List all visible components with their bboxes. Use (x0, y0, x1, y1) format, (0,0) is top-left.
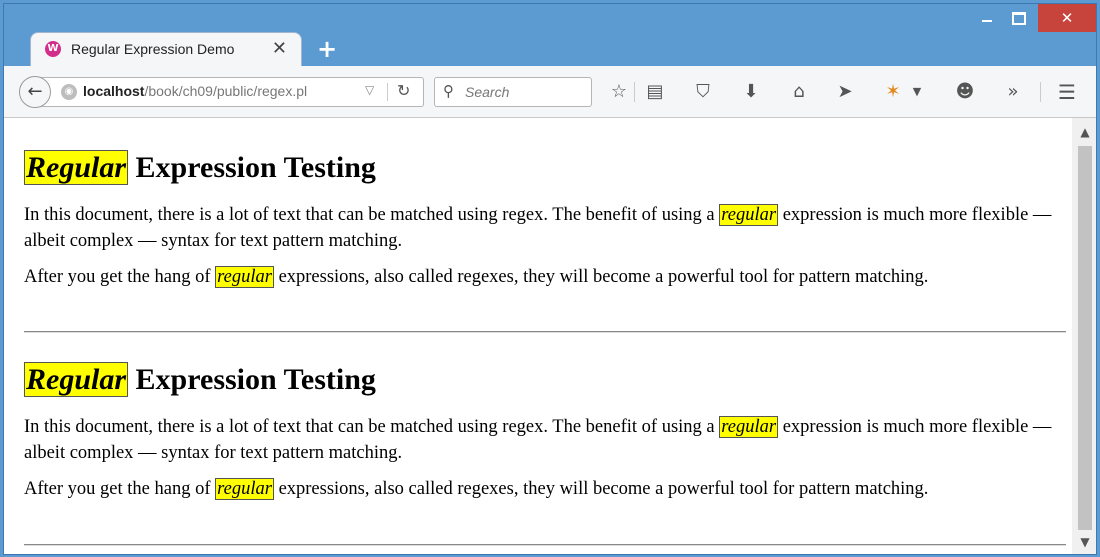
horizontal-rule (24, 331, 1066, 333)
reload-icon[interactable]: ↻ (397, 81, 410, 100)
content-section: Regular Expression Testing In this docum… (24, 358, 1064, 502)
match-highlight: regular (215, 266, 274, 288)
search-bar[interactable]: ⚲ Search (434, 77, 592, 107)
close-window-button[interactable]: ✕ (1038, 4, 1096, 32)
text-run: After you get the hang of (24, 267, 216, 287)
overflow-icon[interactable]: » (1000, 80, 1026, 104)
heading-text: Expression Testing (128, 151, 376, 184)
minimize-button[interactable] (972, 4, 1002, 32)
url-dropdown-icon[interactable]: ▽ (365, 83, 374, 97)
maximize-button[interactable] (1004, 4, 1034, 32)
text-run: In this document, there is a lot of text… (24, 205, 720, 225)
vertical-scrollbar[interactable]: ▲ ▼ (1072, 118, 1096, 554)
url-text[interactable]: localhost/book/ch09/public/regex.pl (83, 83, 307, 99)
text-run: In this document, there is a lot of text… (24, 417, 720, 437)
tab-regex-demo[interactable]: W Regular Expression Demo ✕ (30, 32, 302, 66)
page-content: Regular Expression Testing In this docum… (4, 118, 1072, 554)
nav-bar: ← ◉ localhost/book/ch09/public/regex.pl … (4, 66, 1096, 118)
url-bar[interactable]: ← ◉ localhost/book/ch09/public/regex.pl … (19, 76, 424, 108)
url-separator (387, 83, 388, 101)
maximize-icon (1012, 11, 1026, 25)
paragraph-2: After you get the hang of regular expres… (24, 264, 1064, 290)
page-heading: Regular Expression Testing (24, 358, 1064, 402)
favicon-icon: W (45, 41, 61, 57)
pocket-icon[interactable]: ⛉ (690, 80, 716, 104)
paragraph-1: In this document, there is a lot of text… (24, 202, 1064, 254)
url-host: localhost (83, 83, 145, 99)
paragraph-1: In this document, there is a lot of text… (24, 414, 1064, 466)
toolbar-separator (1040, 82, 1041, 102)
match-highlight: regular (719, 204, 779, 226)
tab-close-icon[interactable]: ✕ (272, 38, 287, 59)
bookmark-star-icon[interactable]: ☆ (606, 80, 632, 104)
globe-icon[interactable]: ◉ (61, 84, 77, 100)
text-run: expressions, also called regexes, they w… (273, 479, 929, 499)
send-icon[interactable]: ➤ (832, 80, 858, 104)
heading-text: Expression Testing (128, 363, 376, 396)
new-tab-button[interactable]: + (317, 35, 337, 63)
browser-window: W Regular Expression Demo ✕ + ✕ ← ◉ loca… (3, 3, 1097, 555)
match-highlight: regular (719, 416, 779, 438)
heading-highlight: Regular (24, 362, 129, 397)
page-heading: Regular Expression Testing (24, 146, 1064, 190)
text-run: expressions, also called regexes, they w… (273, 267, 929, 287)
scroll-up-icon[interactable]: ▲ (1072, 122, 1096, 142)
search-icon: ⚲ (443, 82, 454, 100)
download-icon[interactable]: ⬇ (738, 80, 764, 104)
reading-list-icon[interactable]: ▤ (642, 80, 668, 104)
tab-title: Regular Expression Demo (71, 41, 235, 57)
menu-icon[interactable]: ☰ (1054, 80, 1080, 104)
url-path: /book/ch09/public/regex.pl (144, 83, 308, 99)
heading-highlight: Regular (24, 150, 129, 185)
chat-icon[interactable]: ☻ (952, 80, 978, 104)
scroll-thumb[interactable] (1078, 146, 1092, 530)
minimize-icon (982, 20, 992, 22)
dropdown-icon[interactable]: ▼ (904, 80, 930, 104)
home-icon[interactable]: ⌂ (786, 80, 812, 104)
scroll-down-icon[interactable]: ▼ (1072, 532, 1096, 552)
match-highlight: regular (215, 478, 274, 500)
search-placeholder: Search (465, 84, 510, 100)
tab-strip: W Regular Expression Demo ✕ + ✕ (4, 4, 1096, 66)
content-section: Regular Expression Testing In this docum… (24, 146, 1064, 290)
toolbar-separator (634, 82, 635, 102)
extension-icon[interactable]: ✶ (880, 80, 906, 104)
horizontal-rule (24, 544, 1066, 546)
back-button[interactable]: ← (19, 76, 51, 108)
paragraph-2: After you get the hang of regular expres… (24, 476, 1064, 502)
text-run: After you get the hang of (24, 479, 216, 499)
